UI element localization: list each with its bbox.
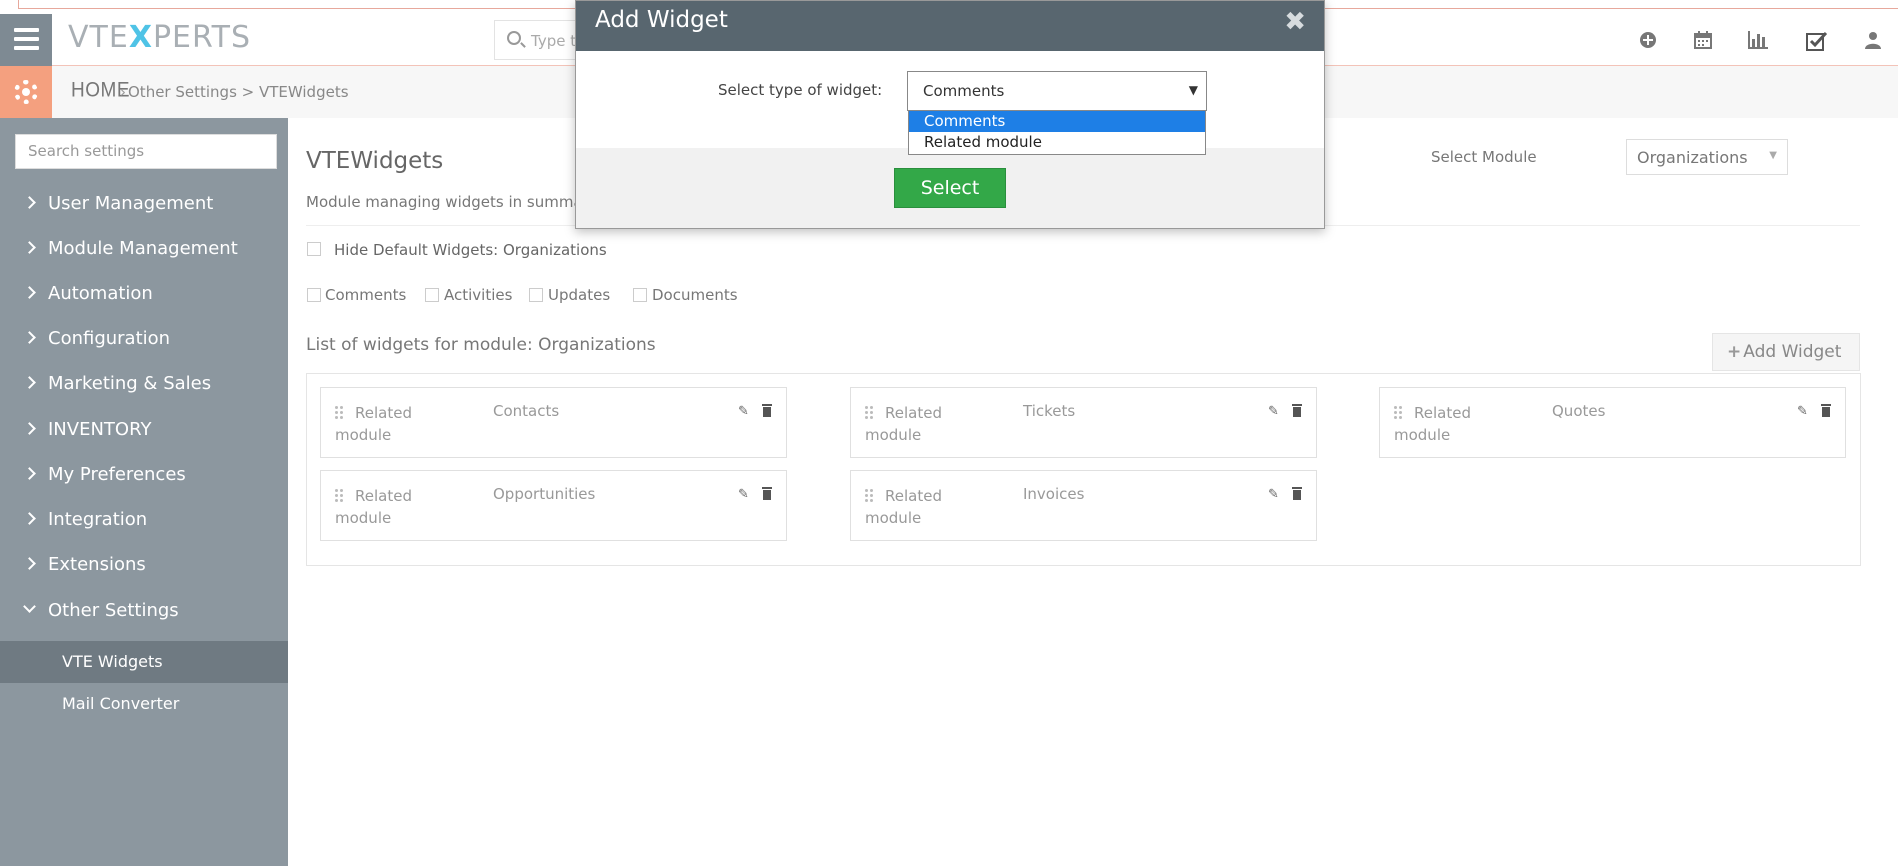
widget-type: Related module — [335, 404, 412, 444]
close-icon[interactable]: ✖ — [1284, 7, 1306, 37]
global-search-input[interactable]: Type t — [494, 20, 584, 60]
documents-checkbox[interactable] — [633, 288, 647, 302]
sidebar-item-inventory[interactable]: INVENTORY — [23, 419, 285, 449]
sidebar-item-configuration[interactable]: Configuration — [23, 328, 285, 358]
user-icon[interactable] — [1862, 31, 1884, 51]
widget-card[interactable]: Related module Quotes ✎ — [1379, 387, 1846, 458]
sidebar-item-automation[interactable]: Automation — [23, 283, 285, 313]
page-title: VTEWidgets — [306, 148, 444, 174]
add-widget-button[interactable]: + Add Widget — [1712, 333, 1860, 371]
widget-type: Related module — [1394, 404, 1471, 444]
trash-icon[interactable] — [1290, 404, 1304, 418]
modal-header: Add Widget ✖ — [576, 1, 1324, 51]
option-comments[interactable]: Comments — [909, 111, 1205, 132]
widgets-panel: Related module Contacts ✎ Related module… — [306, 373, 1861, 566]
widget-name: Tickets — [1023, 402, 1076, 420]
hide-default-checkbox[interactable] — [307, 242, 321, 256]
module-select[interactable]: Organizations ▼ — [1626, 139, 1788, 175]
trash-icon[interactable] — [760, 404, 774, 418]
trash-icon[interactable] — [1290, 487, 1304, 501]
widget-card[interactable]: Related module Invoices ✎ — [850, 470, 1317, 541]
widget-name: Contacts — [493, 402, 560, 420]
chevron-down-icon: ▼ — [1188, 83, 1198, 97]
widgets-list-title: List of widgets for module: Organization… — [306, 335, 656, 355]
activities-checkbox[interactable] — [425, 288, 439, 302]
modal-title: Add Widget — [595, 7, 728, 33]
search-icon — [507, 31, 521, 45]
comments-label: Comments — [325, 286, 407, 304]
breadcrumb: › Other Settings > VTEWidgets — [120, 83, 349, 101]
sidebar-item-other-settings[interactable]: Other Settings — [23, 600, 285, 630]
widget-type: Related module — [865, 487, 942, 527]
select-button[interactable]: Select — [894, 168, 1006, 208]
widget-name: Quotes — [1552, 402, 1606, 420]
page-description: Module managing widgets in summary — [306, 193, 598, 211]
select-module-label: Select Module — [1431, 148, 1537, 166]
checkbox-icon[interactable] — [1806, 31, 1828, 51]
plus-icon: + — [1727, 342, 1742, 362]
calendar-icon[interactable] — [1692, 31, 1714, 51]
plus-circle-icon[interactable] — [1637, 31, 1659, 51]
hide-default-label: Hide Default Widgets: Organizations — [334, 241, 607, 259]
menu-icon[interactable] — [0, 14, 52, 66]
widget-type: Related module — [865, 404, 942, 444]
documents-label: Documents — [652, 286, 738, 304]
pencil-icon[interactable]: ✎ — [1268, 404, 1282, 419]
pencil-icon[interactable]: ✎ — [738, 487, 752, 502]
option-related-module[interactable]: Related module — [909, 132, 1205, 153]
settings-gear-icon[interactable] — [0, 66, 52, 118]
widget-name: Invoices — [1023, 485, 1085, 503]
trash-icon[interactable] — [760, 487, 774, 501]
sidebar-item-marketing-sales[interactable]: Marketing & Sales — [23, 373, 285, 403]
widget-type-dropdown: Comments Related module — [908, 111, 1206, 155]
widget-type: Related module — [335, 487, 412, 527]
pencil-icon[interactable]: ✎ — [738, 404, 752, 419]
widget-card[interactable]: Related module Contacts ✎ — [320, 387, 787, 458]
sidebar-item-module-management[interactable]: Module Management — [23, 238, 285, 268]
updates-checkbox[interactable] — [529, 288, 543, 302]
activities-label: Activities — [444, 286, 513, 304]
sidebar-item-extensions[interactable]: Extensions — [23, 554, 285, 584]
add-widget-modal: Add Widget ✖ Select type of widget: Comm… — [575, 0, 1325, 229]
updates-label: Updates — [548, 286, 611, 304]
trash-icon[interactable] — [1819, 404, 1833, 418]
modal-footer: Select — [576, 148, 1324, 228]
widget-type-label: Select type of widget: — [718, 81, 883, 99]
sidebar-item-user-management[interactable]: User Management — [23, 193, 285, 223]
sidebar-item-integration[interactable]: Integration — [23, 509, 285, 539]
widget-name: Opportunities — [493, 485, 596, 503]
sidebar-subitem-mail-converter[interactable]: Mail Converter — [0, 683, 288, 725]
bar-chart-icon[interactable] — [1747, 31, 1769, 51]
pencil-icon[interactable]: ✎ — [1797, 404, 1811, 419]
chevron-down-icon: ▼ — [1769, 150, 1777, 161]
widget-type-select[interactable]: Comments ▼ — [907, 71, 1207, 111]
settings-search-input[interactable]: Search settings — [15, 134, 277, 169]
vtexperts-logo[interactable]: VTEXPERTS — [68, 20, 251, 55]
widget-card[interactable]: Related module Tickets ✎ — [850, 387, 1317, 458]
pencil-icon[interactable]: ✎ — [1268, 487, 1282, 502]
sidebar-subitem-vte-widgets[interactable]: VTE Widgets — [0, 641, 288, 683]
widget-card[interactable]: Related module Opportunities ✎ — [320, 470, 787, 541]
comments-checkbox[interactable] — [307, 288, 321, 302]
sidebar-item-my-preferences[interactable]: My Preferences — [23, 464, 285, 494]
